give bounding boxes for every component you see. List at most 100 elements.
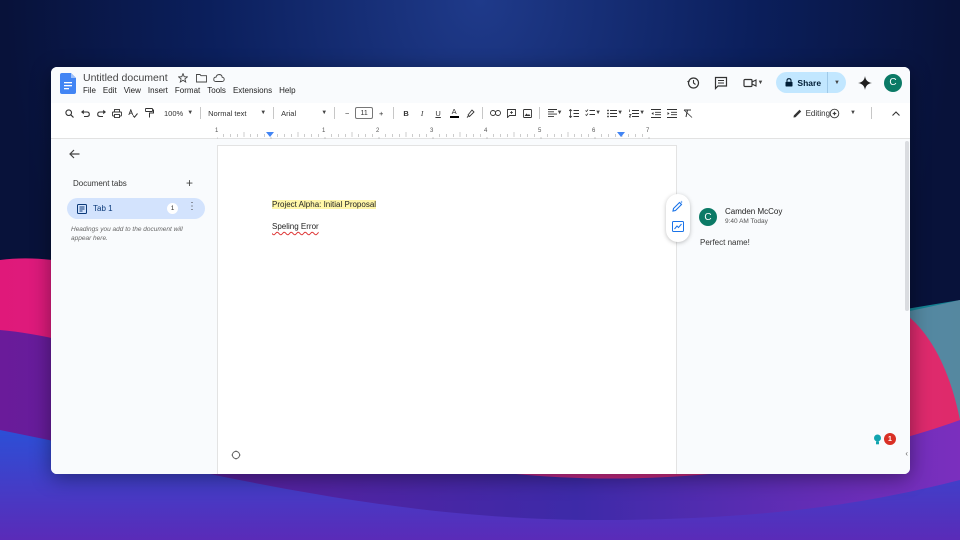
italic-icon[interactable]: I: [414, 105, 430, 121]
text-color-icon[interactable]: A: [446, 105, 462, 121]
font-value: Arial: [281, 108, 297, 118]
more-options-icon[interactable]: ⋮: [187, 201, 197, 212]
ruler-number: 4: [484, 128, 488, 134]
menu-help[interactable]: Help: [279, 86, 295, 95]
menu-file[interactable]: File: [83, 86, 96, 95]
style-dropdown-icon: ▼: [260, 110, 267, 116]
tab-comment-count-badge: 1: [167, 203, 178, 214]
formatting-toolbar: 100% ▼ Normal text ▼ Arial ▼ − 11 + B I …: [61, 103, 900, 123]
bold-icon[interactable]: B: [398, 105, 414, 121]
decrease-indent-icon[interactable]: [648, 105, 664, 121]
lock-icon: [785, 78, 793, 87]
document-title[interactable]: Untitled document: [83, 72, 168, 84]
align-icon[interactable]: ▼: [544, 105, 566, 121]
ruler-bar: 1 1 2 3 4 5 6 7: [51, 128, 910, 139]
gemini-icon[interactable]: [856, 74, 874, 92]
editing-mode-label: Editing: [805, 108, 831, 118]
highlight-color-icon[interactable]: [462, 105, 478, 121]
add-comment-icon[interactable]: [672, 199, 684, 217]
insert-link-icon[interactable]: [487, 105, 503, 121]
notifications-button[interactable]: 1: [873, 433, 896, 445]
checklist-icon[interactable]: ▼: [582, 105, 604, 121]
underline-icon[interactable]: U: [430, 105, 446, 121]
docs-logo-icon[interactable]: [60, 73, 76, 94]
comment-text: Perfect name!: [700, 238, 750, 247]
document-page[interactable]: Project Alpha: Initial Proposal Speling …: [217, 145, 677, 474]
share-dropdown-icon[interactable]: ▼: [828, 72, 846, 93]
history-icon[interactable]: [684, 74, 702, 92]
document-heading-text[interactable]: Project Alpha: Initial Proposal: [272, 200, 377, 209]
ruler-number: 1: [215, 128, 219, 134]
document-tabs-sidebar: Document tabs + Tab 1 1 ⋮ Headings you a…: [51, 139, 216, 474]
menu-view[interactable]: View: [124, 86, 141, 95]
zoom-select[interactable]: 100% ▼: [161, 105, 196, 121]
editing-mode-button[interactable]: Editing ▼: [793, 109, 856, 118]
side-panel-toggle-icon[interactable]: ‹: [905, 449, 908, 458]
paint-format-icon[interactable]: [141, 105, 157, 121]
toolbar-divider: [482, 107, 484, 119]
ruler-number: 3: [430, 128, 434, 134]
spellcheck-icon[interactable]: [125, 105, 141, 121]
font-size-input[interactable]: 11: [355, 107, 374, 119]
decrease-font-size-icon[interactable]: −: [339, 105, 355, 121]
redo-icon[interactable]: [93, 105, 109, 121]
share-button[interactable]: Share ▼: [776, 72, 846, 93]
insert-comment-icon[interactable]: [503, 105, 519, 121]
pencil-icon: [793, 109, 801, 117]
document-body-text[interactable]: Speling Error: [272, 222, 319, 231]
ruler-number: 6: [592, 128, 596, 134]
insert-image-icon[interactable]: [519, 105, 535, 121]
meet-icon[interactable]: ▼: [740, 74, 766, 92]
bulb-icon: [874, 434, 881, 444]
collapse-menus-icon[interactable]: [892, 109, 900, 118]
font-select[interactable]: Arial ▼: [278, 105, 330, 121]
menu-format[interactable]: Format: [175, 86, 200, 95]
zoom-value: 100%: [164, 108, 184, 118]
ruler-number: 5: [538, 128, 542, 134]
menu-extensions[interactable]: Extensions: [233, 86, 272, 95]
tabs-hint-text: Headings you add to the document will ap…: [71, 226, 183, 242]
toolbar-divider: [273, 107, 275, 119]
toolbar-divider: [334, 107, 336, 119]
editor-area: Document tabs + Tab 1 1 ⋮ Headings you a…: [51, 139, 910, 474]
meet-dropdown-icon[interactable]: ▼: [757, 80, 763, 86]
vertical-scrollbar[interactable]: [904, 139, 910, 474]
toolbar-divider: [871, 107, 872, 119]
menu-edit[interactable]: Edit: [103, 86, 117, 95]
clear-formatting-icon[interactable]: [680, 105, 696, 121]
numbered-list-icon[interactable]: ▼: [626, 105, 648, 121]
scrollbar-thumb[interactable]: [905, 141, 909, 311]
print-icon[interactable]: [109, 105, 125, 121]
increase-indent-icon[interactable]: [664, 105, 680, 121]
back-arrow-icon[interactable]: [69, 147, 80, 162]
star-icon[interactable]: [177, 72, 189, 84]
floating-actions-panel: [666, 194, 690, 242]
bulleted-list-icon[interactable]: ▼: [604, 105, 626, 121]
cloud-icon[interactable]: [213, 72, 225, 84]
document-tabs-heading: Document tabs: [73, 179, 127, 188]
sidebar-item-tab-1[interactable]: Tab 1 1 ⋮: [67, 198, 205, 219]
suggest-edits-icon[interactable]: [672, 219, 684, 237]
account-avatar[interactable]: C: [884, 73, 902, 92]
menu-insert[interactable]: Insert: [148, 86, 168, 95]
toolbar-divider: [200, 107, 202, 119]
comment-author: Camden McCoy: [725, 207, 783, 216]
paragraph-style-select[interactable]: Normal text ▼: [205, 105, 269, 121]
menu-tools[interactable]: Tools: [207, 86, 226, 95]
folder-icon[interactable]: [195, 72, 207, 84]
page-settings-icon[interactable]: [231, 450, 241, 460]
add-tab-icon[interactable]: +: [186, 176, 193, 190]
undo-icon[interactable]: [77, 105, 93, 121]
comment-avatar: C: [699, 208, 717, 226]
toolbar-divider: [539, 107, 541, 119]
comments-icon[interactable]: [712, 74, 730, 92]
editing-dropdown-icon: ▼: [850, 110, 856, 116]
notification-count-badge: 1: [884, 433, 896, 445]
search-menus-icon[interactable]: [61, 105, 77, 121]
tab-label: Tab 1: [93, 204, 113, 213]
menu-bar: File Edit View Insert Format Tools Exten…: [83, 86, 296, 95]
ruler-number: 7: [646, 128, 650, 134]
line-spacing-icon[interactable]: [566, 105, 582, 121]
increase-font-size-icon[interactable]: +: [373, 105, 389, 121]
title-bar: Untitled document File Edit View Insert …: [51, 67, 910, 103]
